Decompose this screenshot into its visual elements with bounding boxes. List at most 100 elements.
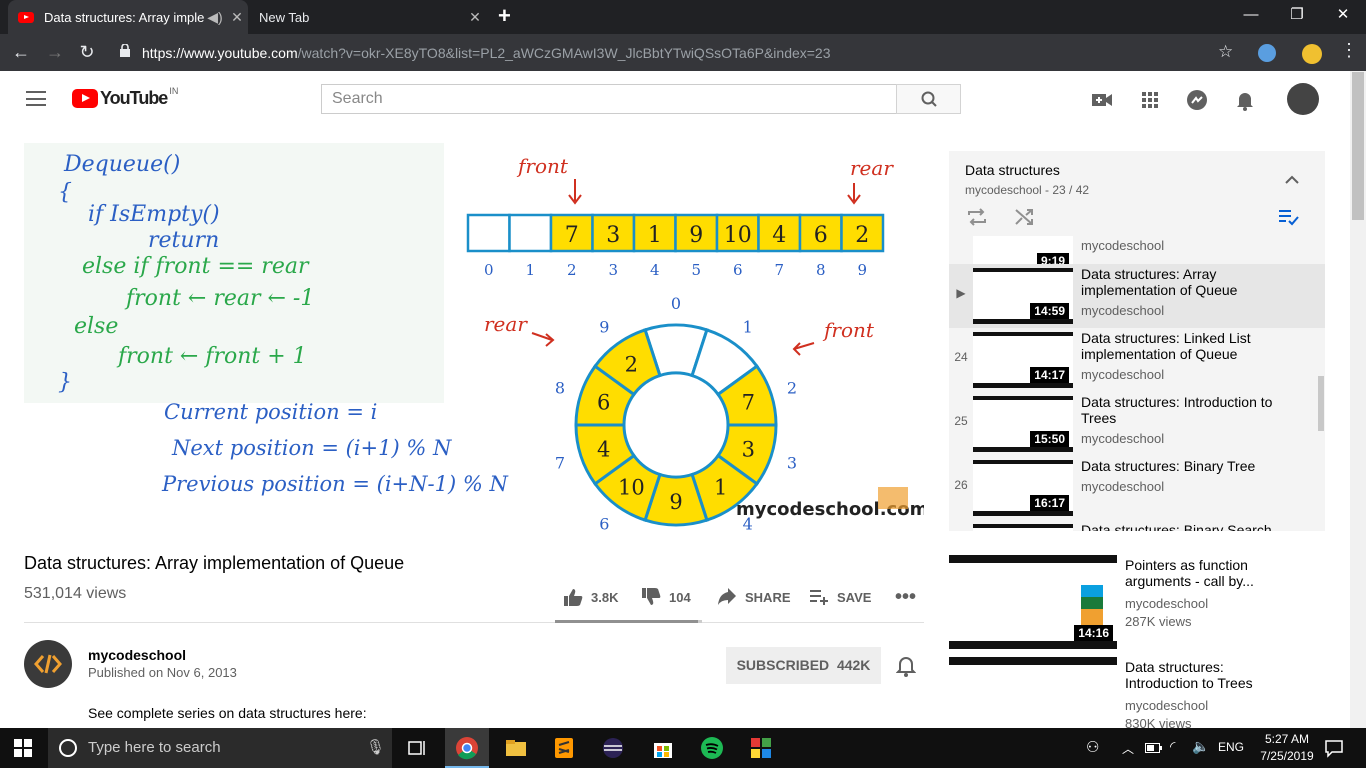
ring-index: 6 xyxy=(599,515,609,533)
playlist-item[interactable]: Data structures: Binary Search xyxy=(949,520,1325,531)
playlist-scrollbar[interactable] xyxy=(1318,376,1324,431)
array-cell-value: 7 xyxy=(565,223,579,248)
tab-new-tab[interactable]: New Tab ✕ xyxy=(250,0,486,34)
notifications-bell-icon[interactable] xyxy=(1233,88,1257,112)
reload-button[interactable]: ↻ xyxy=(72,34,102,71)
collapse-chevron-icon[interactable] xyxy=(1284,172,1300,190)
notification-center-icon[interactable] xyxy=(1324,738,1344,763)
array-cell-value: 6 xyxy=(814,223,828,248)
language-indicator[interactable]: ENG xyxy=(1218,740,1244,754)
spotify-icon[interactable] xyxy=(700,736,724,760)
create-video-icon[interactable] xyxy=(1090,88,1114,112)
video-thumbnail: 15:50 xyxy=(973,396,1073,452)
taskbar-chrome[interactable] xyxy=(445,728,489,768)
playlist-subtitle[interactable]: mycodeschool - 23 / 42 xyxy=(965,183,1089,197)
volume-icon[interactable]: 🔈 xyxy=(1192,738,1209,755)
code-line: if IsEmpty() xyxy=(88,202,220,227)
wifi-icon[interactable]: ◜ xyxy=(1170,738,1175,755)
video-thumbnail: 14:16 xyxy=(949,555,1117,649)
notification-bell-icon[interactable] xyxy=(895,655,917,682)
new-tab-button[interactable]: + xyxy=(498,3,511,29)
code-line: else xyxy=(74,314,118,339)
playlist-item-current[interactable]: ▶ 14:59 Data structures: Array implement… xyxy=(949,264,1325,328)
related-video[interactable]: Data structures: Introduction to Trees my… xyxy=(949,657,1349,728)
ring-index: 8 xyxy=(555,378,565,397)
minimize-button[interactable]: — xyxy=(1228,0,1274,34)
ring-segment-value: 2 xyxy=(625,353,638,377)
close-tab-icon[interactable]: ✕ xyxy=(464,9,486,26)
channel-name[interactable]: mycodeschool xyxy=(88,647,186,663)
like-button[interactable]: 3.8K xyxy=(563,587,618,607)
array-index: 1 xyxy=(525,261,535,279)
playlist-title[interactable]: Data structures xyxy=(965,162,1060,178)
ring-segment-value: 6 xyxy=(597,391,610,415)
loop-icon[interactable] xyxy=(966,207,988,232)
file-explorer-icon[interactable] xyxy=(504,736,528,760)
speaker-icon[interactable]: ◀) xyxy=(204,9,226,26)
channel-avatar[interactable] xyxy=(24,640,72,688)
people-icon[interactable]: ⚇ xyxy=(1086,738,1099,756)
eclipse-icon[interactable] xyxy=(601,736,625,760)
array-index: 0 xyxy=(484,261,494,279)
video-player[interactable]: Dequeue() { if IsEmpty() return else if … xyxy=(24,143,924,533)
microphone-icon[interactable]: 🎙 xyxy=(366,738,385,756)
mycodeschool-logo-icon xyxy=(878,487,908,509)
ring-segment-value: 10 xyxy=(618,475,645,499)
shuffle-icon[interactable] xyxy=(1014,207,1036,232)
save-button[interactable]: SAVE xyxy=(809,587,871,607)
taskbar-search-input[interactable]: Type here to search xyxy=(48,728,392,768)
apps-grid-icon[interactable] xyxy=(1138,88,1162,112)
video-thumbnail xyxy=(973,524,1073,531)
more-actions-icon[interactable]: ••• xyxy=(895,586,916,608)
dislike-button[interactable]: 104 xyxy=(641,587,691,607)
playlist-item[interactable]: 26 16:17 Data structures: Binary Tree myc… xyxy=(949,456,1325,520)
divider xyxy=(24,622,924,623)
ring-segment-value: 7 xyxy=(742,391,755,415)
profile-icon[interactable] xyxy=(1302,44,1322,64)
messages-icon[interactable] xyxy=(1185,88,1209,112)
close-tab-icon[interactable]: ✕ xyxy=(226,9,248,26)
extension-icon[interactable] xyxy=(1258,44,1276,62)
sublime-text-icon[interactable] xyxy=(552,736,576,760)
share-button[interactable]: SHARE xyxy=(717,587,791,607)
subscribe-button[interactable]: SUBSCRIBED 442K xyxy=(726,647,881,684)
code-line: front ← rear ← -1 xyxy=(124,286,314,311)
youtube-logo[interactable]: YouTube IN xyxy=(72,86,178,109)
array-cell xyxy=(466,213,511,253)
back-button[interactable]: ← xyxy=(6,34,36,71)
url-field[interactable]: https://www.youtube.com/watch?v=okr-XE8y… xyxy=(142,40,1272,66)
app-grid-colored-icon[interactable] xyxy=(749,736,773,760)
search-input[interactable]: Search xyxy=(321,84,897,114)
tray-chevron-icon[interactable]: ︿ xyxy=(1122,740,1134,757)
tab-youtube[interactable]: Data structures: Array implen ◀) ✕ xyxy=(8,0,248,34)
page-scrollbar-thumb[interactable] xyxy=(1352,72,1364,220)
share-icon xyxy=(718,588,736,605)
playlist-items: 9:19 mycodeschool ▶ 14:59 Data structure… xyxy=(949,236,1325,531)
maximize-button[interactable]: ❐ xyxy=(1274,0,1320,34)
close-window-button[interactable]: ✕ xyxy=(1320,0,1366,34)
task-view-icon[interactable] xyxy=(406,736,430,760)
related-video[interactable]: 14:16 Pointers as function arguments - c… xyxy=(949,555,1349,655)
ring-index: 1 xyxy=(743,317,753,336)
ring-segment-value: 1 xyxy=(714,475,727,499)
video-thumbnail xyxy=(949,657,1117,728)
ring-segment-value: 4 xyxy=(597,437,610,461)
forward-button[interactable]: → xyxy=(40,34,70,71)
save-playlist-icon[interactable] xyxy=(1278,208,1300,231)
store-icon[interactable] xyxy=(651,736,675,760)
array-index: 5 xyxy=(691,261,701,279)
hamburger-menu-icon[interactable] xyxy=(26,91,46,106)
battery-icon[interactable] xyxy=(1145,741,1163,759)
video-description: See complete series on data structures h… xyxy=(88,705,367,721)
search-button[interactable] xyxy=(896,84,961,114)
windows-start-icon[interactable] xyxy=(14,739,32,762)
playlist-item[interactable]: 24 14:17 Data structures: Linked List im… xyxy=(949,328,1325,392)
ring-index: 2 xyxy=(787,378,797,397)
array-cell-value: 2 xyxy=(855,223,869,248)
menu-dots-icon[interactable]: ⋮ xyxy=(1340,40,1358,61)
playlist-item[interactable]: 25 15:50 Data structures: Introduction t… xyxy=(949,392,1325,456)
bookmark-star-icon[interactable]: ☆ xyxy=(1218,42,1233,62)
taskbar-clock[interactable]: 5:27 AM 7/25/2019 xyxy=(1252,731,1322,765)
account-avatar[interactable] xyxy=(1287,83,1319,115)
front-label: front xyxy=(822,318,875,342)
